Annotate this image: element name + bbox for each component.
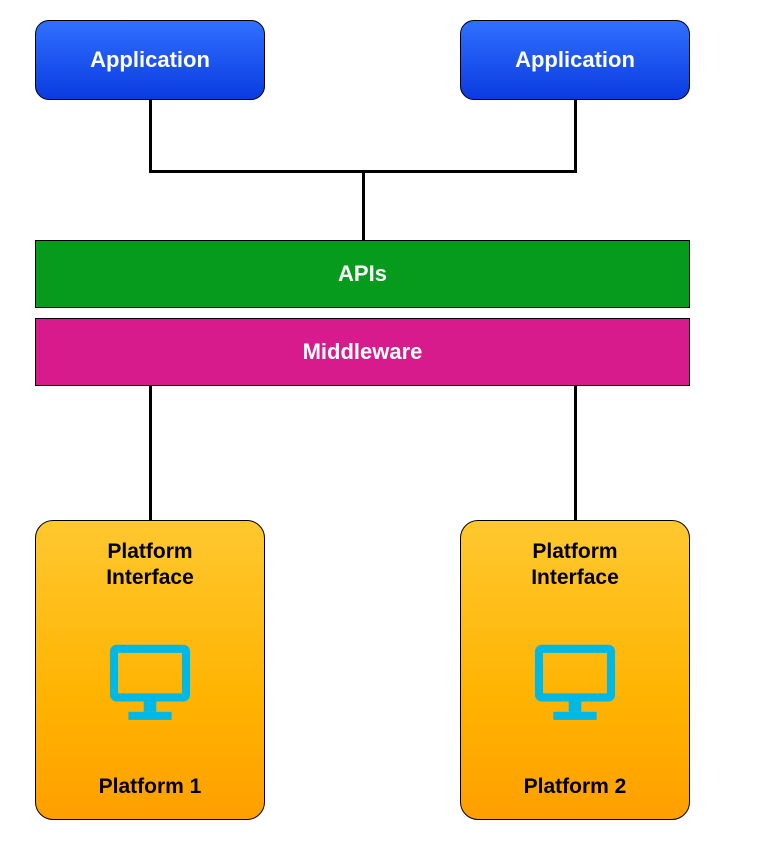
connector-line — [149, 386, 152, 520]
application-label: Application — [90, 47, 210, 73]
monitor-icon — [528, 638, 622, 728]
platform-interface-label: PlatformInterface — [106, 539, 194, 592]
connector-line — [574, 100, 577, 170]
platform-name-label: Platform 1 — [99, 775, 202, 799]
connector-line — [149, 100, 152, 170]
application-label: Application — [515, 47, 635, 73]
middleware-layer: Middleware — [35, 318, 690, 386]
platform-name-label: Platform 2 — [524, 775, 627, 799]
platform-interface-label: PlatformInterface — [531, 539, 619, 592]
platform-interface-text: PlatformInterface — [106, 540, 194, 589]
monitor-icon — [103, 638, 197, 728]
platform-box-right: PlatformInterface Platform 2 — [460, 520, 690, 820]
connector-line — [362, 170, 365, 240]
apis-label: APIs — [338, 261, 387, 287]
apis-layer: APIs — [35, 240, 690, 308]
application-box-left: Application — [35, 20, 265, 100]
platform-interface-text: PlatformInterface — [531, 540, 619, 589]
application-box-right: Application — [460, 20, 690, 100]
middleware-label: Middleware — [303, 339, 423, 365]
platform-box-left: PlatformInterface Platform 1 — [35, 520, 265, 820]
connector-line — [574, 386, 577, 520]
